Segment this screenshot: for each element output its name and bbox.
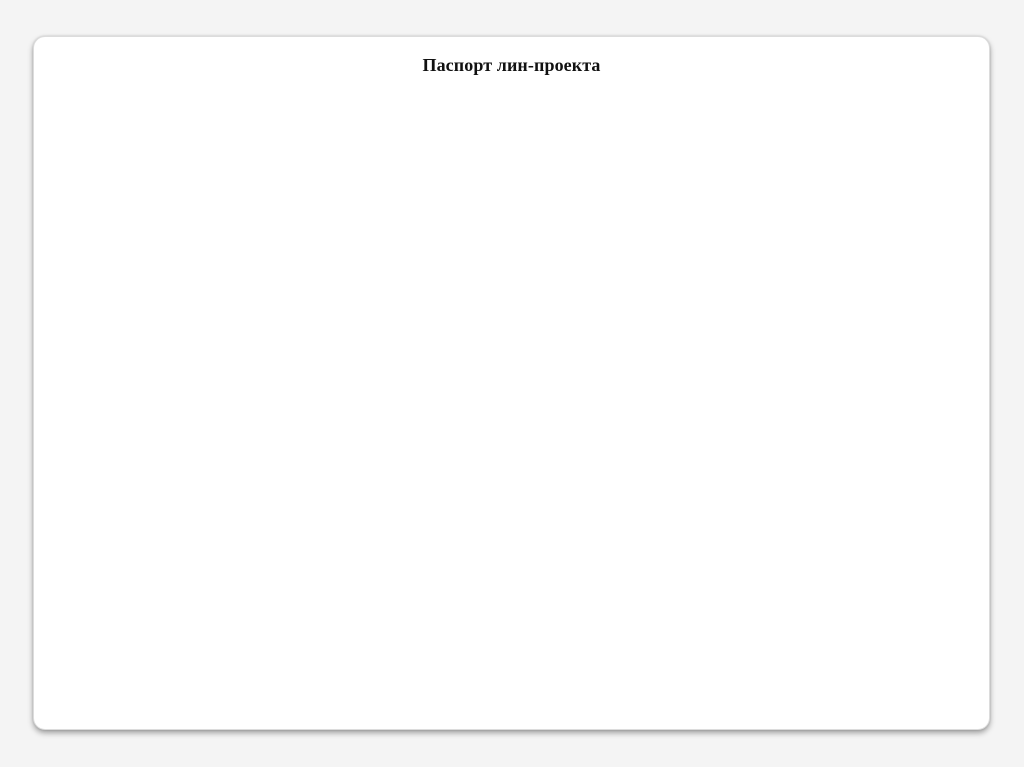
slide-title: Паспорт лин-проекта: [422, 55, 601, 75]
slide-body: [54, 97, 969, 709]
presentation-stage: Паспорт лин-проекта: [0, 0, 1024, 767]
slide-page: Паспорт лин-проекта: [33, 36, 990, 730]
